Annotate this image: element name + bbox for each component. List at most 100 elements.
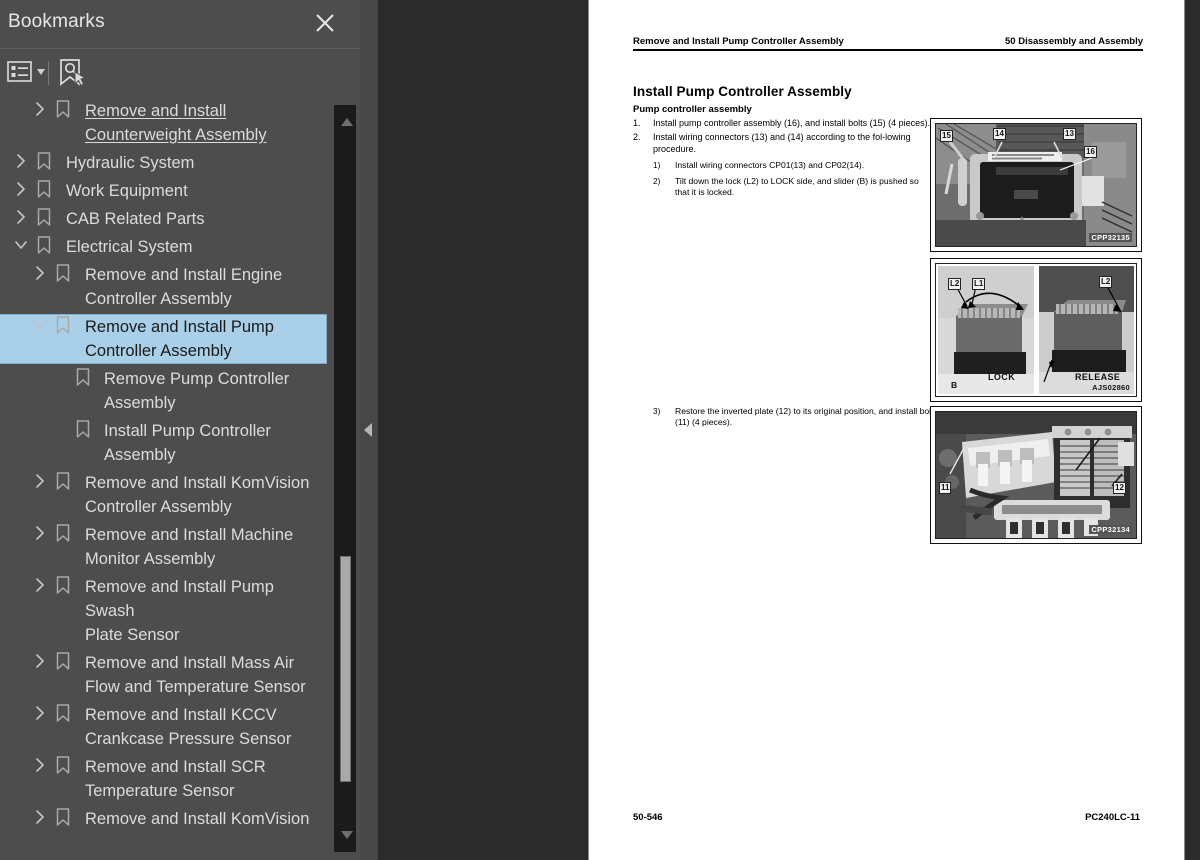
substep-item: 1) Install wiring connectors CP01(13) an… [653, 160, 933, 171]
step-item: 2. Install wiring connectors (13) and (1… [633, 132, 933, 155]
bookmark-item[interactable]: Remove and Install KomVision [0, 805, 332, 833]
bookmark-item-label: Remove and Install Machine Monitor Assem… [85, 526, 294, 568]
running-head-left: Remove and Install Pump Controller Assem… [633, 36, 844, 47]
bookmark-item-label: Remove and Install KomVision [85, 810, 310, 828]
chevron-right-icon[interactable] [33, 100, 47, 118]
chevron-right-icon[interactable] [33, 756, 47, 774]
chevron-down-icon[interactable] [33, 316, 47, 334]
page-title: Install Pump Controller Assembly [633, 84, 852, 99]
bookmark-item[interactable]: Remove Pump Controller Assembly [0, 365, 332, 417]
scrollbar-track[interactable] [334, 105, 356, 852]
panel-collapse-gutter[interactable] [360, 0, 378, 860]
chevron-right-icon[interactable] [14, 208, 28, 226]
figure-tag: L1 [972, 278, 986, 290]
chevron-right-icon[interactable] [33, 472, 47, 490]
bookmark-icon [55, 315, 71, 335]
chevron-right-icon[interactable] [14, 180, 28, 198]
substep-text: Restore the inverted plate (12) to its o… [675, 406, 938, 427]
step-number: 1. [633, 118, 641, 128]
bookmark-icon [36, 151, 52, 171]
scroll-down-arrow-icon[interactable] [339, 828, 355, 842]
figure-word-label: LOCK [988, 372, 1016, 382]
bookmarks-panel: Bookmarks Remove and Install Counterweig… [0, 0, 360, 860]
document-viewer[interactable]: Remove and Install Pump Controller Assem… [378, 0, 1200, 860]
substep-text: Tilt down the lock (L2) to LOCK side, an… [675, 175, 919, 197]
figure-tag: 15 [940, 130, 953, 142]
bookmark-item[interactable]: Remove and Install Machine Monitor Assem… [0, 521, 332, 573]
step-text: Install pump controller assembly (16), a… [653, 118, 931, 128]
list-options-icon[interactable] [6, 57, 52, 87]
substep-item: 3) Restore the inverted plate (12) to it… [653, 406, 943, 428]
bookmarks-panel-header: Bookmarks [0, 0, 360, 49]
bookmark-item-label: Install Pump Controller Assembly [104, 422, 271, 464]
connector-lock-release-photo: L2 L1 L2 B LOCK RELEASE AJS02860 [930, 258, 1142, 402]
bookmark-item-label: Remove and Install Counterweight Assembl… [85, 102, 267, 144]
bookmark-item-label: Remove and Install SCR Temperature Senso… [85, 758, 266, 800]
figure-caption: CPP32135 [1089, 233, 1132, 242]
bookmark-item[interactable]: Install Pump Controller Assembly [0, 417, 332, 469]
bookmark-item[interactable]: CAB Related Parts [0, 205, 332, 233]
collapse-left-arrow-icon[interactable] [363, 422, 375, 438]
figure-tag: L2 [948, 278, 962, 290]
scroll-up-arrow-icon[interactable] [339, 115, 355, 129]
bookmark-item-label: Remove and Install Engine Controller Ass… [85, 266, 283, 308]
step-item: 1. Install pump controller assembly (16)… [633, 118, 933, 129]
find-bookmark-icon[interactable] [56, 57, 90, 89]
figure-caption: AJS02860 [1092, 383, 1130, 392]
pdf-page: Remove and Install Pump Controller Assem… [588, 0, 1185, 860]
close-icon[interactable] [312, 10, 338, 36]
photo-graphic [936, 412, 1136, 538]
bookmark-item[interactable]: Work Equipment [0, 177, 332, 205]
bookmark-item[interactable]: Remove and Install Engine Controller Ass… [0, 261, 332, 313]
bookmarks-toolbar [0, 49, 360, 134]
chevron-right-icon[interactable] [33, 524, 47, 542]
bookmark-icon [55, 471, 71, 491]
bookmark-icon [75, 419, 91, 439]
bookmark-item[interactable]: Remove and Install Pump Swash Plate Sens… [0, 573, 332, 649]
chevron-right-icon[interactable] [33, 808, 47, 826]
bookmark-item[interactable]: Remove and Install Mass Air Flow and Tem… [0, 649, 332, 701]
chevron-right-icon[interactable] [33, 576, 47, 594]
inverted-plate-photo: 11 12 CPP32134 [930, 406, 1142, 544]
chevron-right-icon[interactable] [33, 264, 47, 282]
chevron-right-icon[interactable] [14, 152, 28, 170]
figure-tag: 14 [993, 128, 1006, 140]
chevron-right-icon[interactable] [33, 704, 47, 722]
bookmark-icon [55, 651, 71, 671]
bookmark-icon [55, 807, 71, 827]
bookmarks-panel-title: Bookmarks [8, 11, 105, 32]
bookmarks-scrollbar[interactable] [332, 97, 360, 860]
bookmark-item[interactable]: Remove and Install KCCV Crankcase Pressu… [0, 701, 332, 753]
figure-tag: 16 [1084, 146, 1097, 158]
scrollbar-thumb[interactable] [340, 556, 351, 782]
page-number: 50-546 [633, 812, 663, 823]
bookmark-item[interactable]: Remove and Install SCR Temperature Senso… [0, 753, 332, 805]
pdf-viewer-window: Bookmarks Remove and Install Counterweig… [0, 0, 1200, 860]
step-number: 2. [633, 132, 641, 143]
bookmark-icon [55, 263, 71, 283]
bookmark-item[interactable]: Remove and Install KomVision Controller … [0, 469, 332, 521]
bookmark-icon [55, 99, 71, 119]
pump-controller-assembly-photo: 15 14 13 16 CPP32135 [930, 118, 1142, 252]
bookmark-icon [36, 179, 52, 199]
figure-caption: CPP32134 [1089, 525, 1132, 534]
bookmark-item[interactable]: Remove and Install Pump Controller Assem… [0, 313, 332, 365]
photo-graphic [936, 124, 1136, 246]
step-text: Install wiring connectors (13) and (14) … [653, 132, 911, 154]
bookmarks-tree[interactable]: Remove and Install Counterweight Assembl… [0, 97, 332, 860]
bookmark-item-label: Remove and Install KomVision Controller … [85, 474, 310, 516]
chevron-down-icon[interactable] [14, 236, 28, 254]
bookmark-item-label: Remove and Install Mass Air Flow and Tem… [85, 654, 306, 696]
figure-tag: 11 [939, 482, 952, 494]
substep-text: Install wiring connectors CP01(13) and C… [675, 159, 865, 170]
bookmark-icon [36, 207, 52, 227]
figure-tag: L2 [1099, 276, 1113, 288]
chevron-right-icon[interactable] [33, 652, 47, 670]
bookmark-item[interactable]: Remove and Install Counterweight Assembl… [0, 97, 332, 149]
bookmark-item[interactable]: Hydraulic System [0, 149, 332, 177]
figure-tag: 13 [1063, 128, 1076, 140]
model-number: PC240LC-11 [1085, 812, 1140, 823]
figure-tag: B [951, 380, 958, 390]
bookmark-item[interactable]: Electrical System [0, 233, 332, 261]
page-subtitle: Pump controller assembly [633, 104, 752, 115]
